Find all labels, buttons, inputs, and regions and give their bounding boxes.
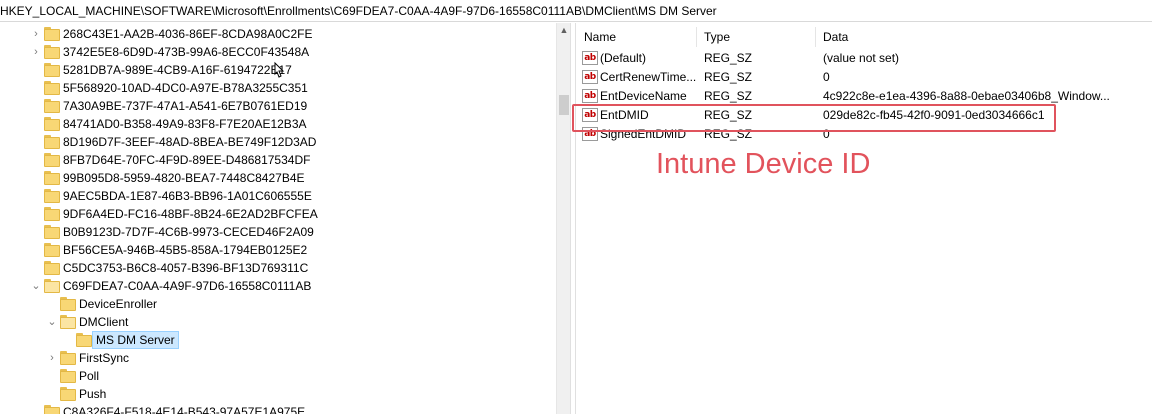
value-data: (value not set) xyxy=(823,51,900,65)
tree-item[interactable]: C8A326F4-F518-4E14-B543-97A57E1A975E xyxy=(0,403,556,414)
address-path: HKEY_LOCAL_MACHINE\SOFTWARE\Microsoft\En… xyxy=(0,4,717,18)
tree-item-label: 5281DB7A-989E-4CB9-A16F-6194722E17 xyxy=(63,63,292,77)
tree-item[interactable]: 8FB7D64E-70FC-4F9D-89EE-D486817534DF xyxy=(0,151,556,169)
tree-item-label: 99B095D8-5959-4820-BEA7-7448C8427B4E xyxy=(63,171,305,185)
annotation-label: Intune Device ID xyxy=(656,148,871,180)
tree-item[interactable]: › 3742E5E8-6D9D-473B-99A6-8ECC0F43548A xyxy=(0,43,556,61)
scroll-up-arrow-icon[interactable]: ▲ xyxy=(557,23,571,37)
value-name: CertRenewTime... xyxy=(600,70,697,84)
tree-item-label: Push xyxy=(79,387,107,401)
tree-item-label: BF56CE5A-946B-45B5-858A-1794EB0125E2 xyxy=(63,243,308,257)
tree-item-label: 9DF6A4ED-FC16-48BF-8B24-6E2AD2BFCFEA xyxy=(63,207,318,221)
tree-item-label: B0B9123D-7D7F-4C6B-9973-CECED46F2A09 xyxy=(63,225,314,239)
folder-icon xyxy=(44,405,60,414)
tree-item[interactable]: 7A30A9BE-737F-47A1-A541-6E7B0761ED19 xyxy=(0,97,556,115)
tree-item-label: FirstSync xyxy=(79,351,130,365)
tree-item-label: 9AEC5BDA-1E87-46B3-BB96-1A01C606555E xyxy=(63,189,312,203)
tree-item-push[interactable]: Push xyxy=(0,385,556,403)
chevron-right-icon[interactable]: › xyxy=(30,43,42,61)
folder-icon xyxy=(60,387,76,401)
tree-item-label: C69FDEA7-C0AA-4A9F-97D6-16558C0111AB xyxy=(63,279,312,293)
reg-sz-icon: ab xyxy=(582,70,598,84)
folder-icon xyxy=(76,333,92,347)
tree-item[interactable]: C5DC3753-B6C8-4057-B396-BF13D769311C xyxy=(0,259,556,277)
folder-icon xyxy=(44,261,60,275)
value-data: 0 xyxy=(823,70,830,84)
tree-item-label: C5DC3753-B6C8-4057-B396-BF13D769311C xyxy=(63,261,309,275)
tree-item-label: 7A30A9BE-737F-47A1-A541-6E7B0761ED19 xyxy=(63,99,308,113)
folder-icon xyxy=(44,117,60,131)
tree-item[interactable]: 84741AD0-B358-49A9-83F8-F7E20AE12B3A xyxy=(0,115,556,133)
tree-item-label: C8A326F4-F518-4E14-B543-97A57E1A975E xyxy=(63,405,306,414)
folder-icon xyxy=(60,369,76,383)
tree-item-label: 84741AD0-B358-49A9-83F8-F7E20AE12B3A xyxy=(63,117,307,131)
tree-item-label: 8FB7D64E-70FC-4F9D-89EE-D486817534DF xyxy=(63,153,311,167)
chevron-down-icon[interactable]: ⌄ xyxy=(46,313,58,331)
tree-item[interactable]: BF56CE5A-946B-45B5-858A-1794EB0125E2 xyxy=(0,241,556,259)
value-row[interactable]: ab (Default) REG_SZ (value not set) xyxy=(577,49,1152,68)
column-header-type[interactable]: Type xyxy=(704,27,816,47)
tree-item-label: DeviceEnroller xyxy=(79,297,158,311)
tree-item[interactable]: › 268C43E1-AA2B-4036-86EF-8CDA98A0C2FE xyxy=(0,25,556,43)
tree-item-ms-dm-server[interactable]: MS DM Server xyxy=(0,331,556,349)
tree-item-label: 5F568920-10AD-4DC0-A97E-B78A3255C351 xyxy=(63,81,308,95)
chevron-right-icon[interactable]: › xyxy=(46,349,58,367)
tree-item[interactable]: 5281DB7A-989E-4CB9-A16F-6194722E17 xyxy=(0,61,556,79)
tree-item[interactable]: 9DF6A4ED-FC16-48BF-8B24-6E2AD2BFCFEA xyxy=(0,205,556,223)
tree-item[interactable]: 99B095D8-5959-4820-BEA7-7448C8427B4E xyxy=(0,169,556,187)
folder-icon xyxy=(44,225,60,239)
folder-icon xyxy=(60,315,76,329)
value-name: (Default) xyxy=(600,51,647,65)
value-type: REG_SZ xyxy=(704,70,753,84)
tree-item-dmclient[interactable]: ⌄ DMClient xyxy=(0,313,556,331)
folder-icon xyxy=(44,243,60,257)
tree-item-label-selected: MS DM Server xyxy=(92,331,179,349)
tree-item-label: 268C43E1-AA2B-4036-86EF-8CDA98A0C2FE xyxy=(63,27,313,41)
chevron-down-icon[interactable]: ⌄ xyxy=(30,277,42,295)
folder-icon xyxy=(44,189,60,203)
chevron-right-icon[interactable]: › xyxy=(30,25,42,43)
folder-icon xyxy=(44,63,60,77)
tree-scrollbar[interactable]: ▲ xyxy=(556,23,570,414)
folder-icon xyxy=(60,297,76,311)
folder-icon xyxy=(44,27,60,41)
tree-item-device-enroller[interactable]: DeviceEnroller xyxy=(0,295,556,313)
folder-icon xyxy=(60,351,76,365)
tree-item-label: 3742E5E8-6D9D-473B-99A6-8ECC0F43548A xyxy=(63,45,310,59)
folder-icon xyxy=(44,99,60,113)
tree-item[interactable]: 5F568920-10AD-4DC0-A97E-B78A3255C351 xyxy=(0,79,556,97)
scrollbar-thumb[interactable] xyxy=(559,95,569,115)
value-row[interactable]: ab CertRenewTime... REG_SZ 0 xyxy=(577,68,1152,87)
highlight-box xyxy=(572,104,1056,132)
value-type: REG_SZ xyxy=(704,51,753,65)
tree-item-firstsync[interactable]: › FirstSync xyxy=(0,349,556,367)
registry-tree[interactable]: › 268C43E1-AA2B-4036-86EF-8CDA98A0C2FE ›… xyxy=(0,23,570,414)
folder-icon xyxy=(44,207,60,221)
reg-sz-icon: ab xyxy=(582,89,598,103)
tree-item-label: Poll xyxy=(79,369,100,383)
folder-icon xyxy=(44,45,60,59)
reg-sz-icon: ab xyxy=(582,51,598,65)
folder-icon xyxy=(44,279,60,293)
column-header-name[interactable]: Name xyxy=(584,27,697,47)
values-list[interactable]: Name Type Data ab (Default) REG_SZ (valu… xyxy=(577,23,1152,414)
tree-item[interactable]: 8D196D7F-3EEF-48AD-8BEA-BE749F12D3AD xyxy=(0,133,556,151)
tree-item[interactable]: B0B9123D-7D7F-4C6B-9973-CECED46F2A09 xyxy=(0,223,556,241)
text-cursor-icon xyxy=(274,61,285,78)
folder-icon xyxy=(44,81,60,95)
folder-icon xyxy=(44,153,60,167)
tree-item-label: 8D196D7F-3EEF-48AD-8BEA-BE749F12D3AD xyxy=(63,135,317,149)
tree-item-label: DMClient xyxy=(79,315,129,329)
tree-item-poll[interactable]: Poll xyxy=(0,367,556,385)
tree-item[interactable]: 9AEC5BDA-1E87-46B3-BB96-1A01C606555E xyxy=(0,187,556,205)
tree-item-expanded-enrollment[interactable]: ⌄ C69FDEA7-C0AA-4A9F-97D6-16558C0111AB xyxy=(0,277,556,295)
column-header-data[interactable]: Data xyxy=(823,27,1123,47)
folder-icon xyxy=(44,171,60,185)
folder-icon xyxy=(44,135,60,149)
address-bar[interactable]: HKEY_LOCAL_MACHINE\SOFTWARE\Microsoft\En… xyxy=(0,0,1152,22)
pane-splitter[interactable] xyxy=(570,23,576,414)
